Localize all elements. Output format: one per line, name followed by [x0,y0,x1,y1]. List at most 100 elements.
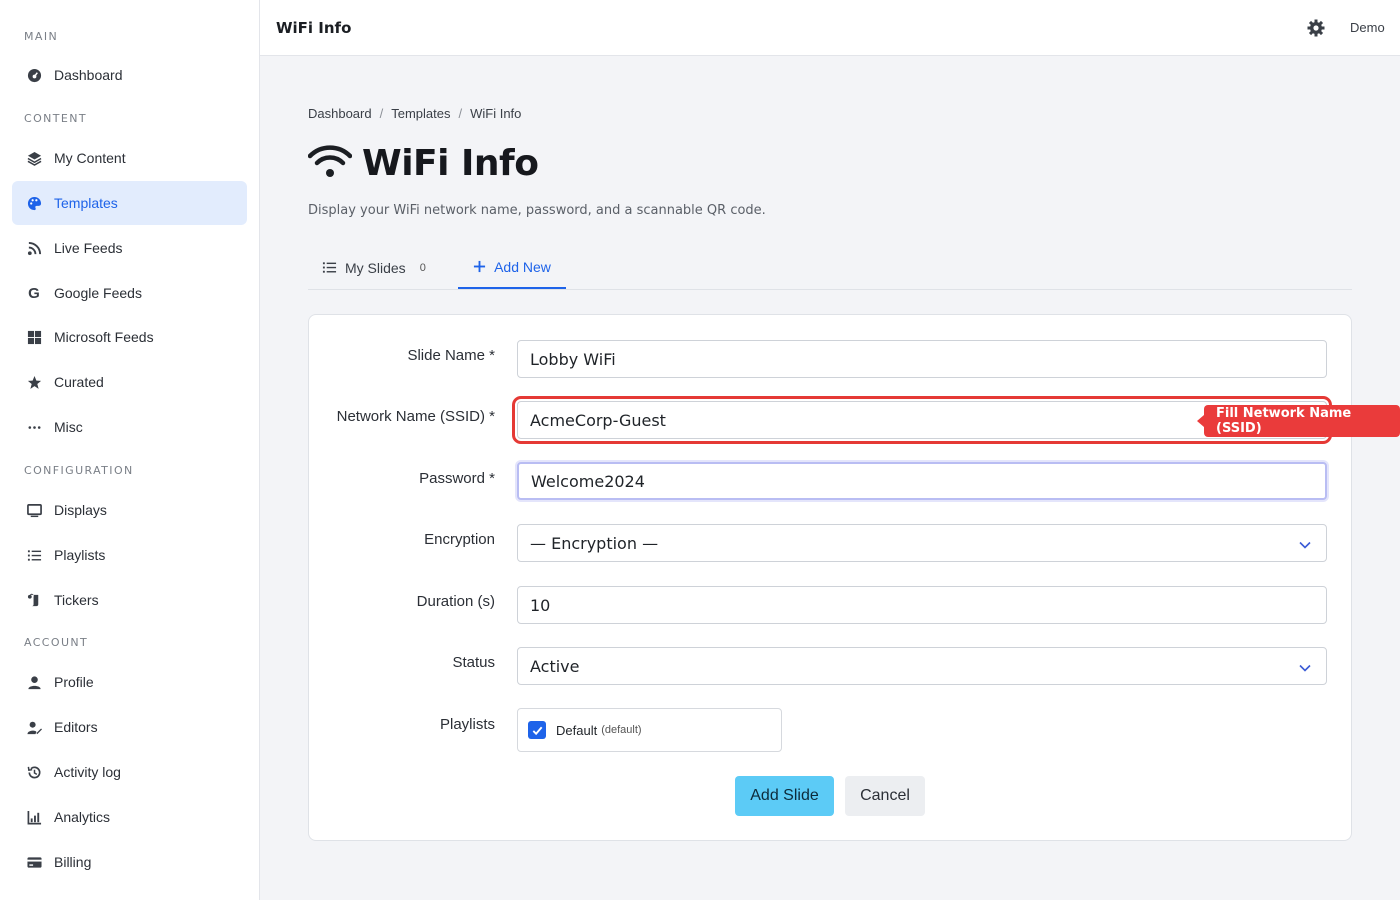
sidebar-item-label: Live Feeds [54,240,123,256]
slide-form: Slide Name * Lobby WiFi Network Name (SS… [308,314,1352,841]
list-icon [322,260,337,275]
google-icon: G [28,284,40,302]
validation-tooltip: Fill Network Name (SSID) [1197,405,1400,437]
playlist-default-tag: (default) [601,724,642,736]
dashboard-icon [26,67,42,83]
sidebar-item-label: Displays [54,502,107,518]
sidebar-item-curated[interactable]: Curated [12,360,247,404]
chart-icon [26,809,42,825]
encryption-select[interactable]: — Encryption — [517,524,1327,562]
monitor-icon [26,502,42,518]
duration-label: Duration (s) [416,593,495,610]
tab-label: Add New [494,258,551,275]
check-icon [532,726,542,735]
user-icon [26,674,42,690]
breadcrumb-templates[interactable]: Templates [391,106,450,121]
plus-icon [473,260,486,273]
sidebar-item-tickers[interactable]: Tickers [12,578,247,622]
microsoft-icon [26,329,42,345]
sidebar-item-label: Billing [54,854,92,870]
palette-icon [26,195,42,211]
breadcrumb-current: WiFi Info [470,106,522,121]
sidebar-item-microsoft-feeds[interactable]: Microsoft Feeds [12,315,247,359]
section-label-main: MAIN [24,30,59,43]
history-icon [26,764,42,780]
sidebar-item-billing[interactable]: Billing [12,840,247,884]
sidebar-item-label: Editors [54,719,98,735]
wifi-icon [307,142,362,185]
sidebar-item-templates[interactable]: Templates [12,181,247,225]
sidebar-item-label: Microsoft Feeds [54,329,154,345]
tabs: My Slides 0 Add New [308,246,1352,290]
sidebar-item-label: Misc [54,419,83,435]
list-icon [26,547,42,563]
password-label: Password * [419,470,495,487]
page-subtitle: Display your WiFi network name, password… [308,203,766,218]
playlist-name: Default [556,722,598,738]
encryption-selected: — Encryption — [530,533,659,553]
sidebar-item-label: Dashboard [54,67,123,83]
status-select[interactable]: Active [517,647,1327,685]
sidebar-item-playlists[interactable]: Playlists [12,533,247,577]
cancel-button[interactable]: Cancel [845,776,925,816]
tab-add-new[interactable]: Add New [458,246,566,289]
sidebar: MAIN Dashboard CONTENT My Content Templa… [0,0,260,900]
status-label: Status [452,654,495,671]
sidebar-item-label: Playlists [54,547,106,563]
sidebar-item-analytics[interactable]: Analytics [12,795,247,839]
sidebar-item-label: Tickers [54,592,99,608]
chevron-down-icon [1298,660,1312,674]
credit-card-icon [26,854,42,870]
ellipsis-icon [26,419,42,435]
ssid-label: Network Name (SSID) * [336,408,495,425]
breadcrumb-separator: / [379,106,384,121]
sidebar-item-google-feeds[interactable]: G Google Feeds [12,271,247,315]
sidebar-item-label: Google Feeds [54,285,142,301]
sidebar-item-live-feeds[interactable]: Live Feeds [12,226,247,270]
user-menu[interactable]: Demo [1350,20,1385,35]
sidebar-item-activity-log[interactable]: Activity log [12,750,247,794]
password-input[interactable]: Welcome2024 [517,462,1327,500]
sidebar-item-label: Templates [54,195,118,211]
tab-label: My Slides [345,259,406,276]
sidebar-item-label: Profile [54,674,94,690]
slides-count-badge: 0 [419,261,426,274]
sidebar-item-label: Activity log [54,764,121,780]
app-title: WiFi Info [276,19,352,37]
add-slide-button[interactable]: Add Slide [735,776,834,816]
sidebar-item-dashboard[interactable]: Dashboard [12,53,247,97]
sidebar-item-editors[interactable]: Editors [12,705,247,749]
gear-icon[interactable] [1306,18,1326,38]
playlist-default-checkbox[interactable] [528,721,546,739]
sidebar-item-label: Curated [54,374,104,390]
encryption-label: Encryption [424,531,495,548]
top-bar: WiFi Info Demo [260,0,1400,56]
section-label-account: ACCOUNT [24,636,89,649]
sidebar-item-label: Analytics [54,809,111,825]
chevron-down-icon [1298,537,1312,551]
page-title: WiFi Info [307,142,539,185]
sidebar-item-misc[interactable]: Misc [12,405,247,449]
breadcrumb: Dashboard / Templates / WiFi Info [308,106,521,121]
rss-icon [26,240,42,256]
sidebar-item-label: My Content [54,150,126,166]
section-label-content: CONTENT [24,112,87,125]
sidebar-item-displays[interactable]: Displays [12,488,247,532]
breadcrumb-separator: / [458,106,463,121]
section-label-configuration: CONFIGURATION [24,464,134,477]
user-edit-icon [26,719,42,735]
duration-input[interactable]: 10 [517,586,1327,624]
playlists-label: Playlists [439,716,495,733]
star-icon [26,374,42,390]
sidebar-item-profile[interactable]: Profile [12,660,247,704]
playlists-group: Default (default) [517,708,782,752]
sidebar-item-my-content[interactable]: My Content [12,136,247,180]
tab-my-slides[interactable]: My Slides 0 [322,246,426,289]
status-selected: Active [530,656,580,676]
slide-name-label: Slide Name * [407,347,495,364]
breadcrumb-dashboard[interactable]: Dashboard [308,106,372,121]
layers-icon [26,150,42,166]
scroll-icon [26,592,42,608]
slide-name-input[interactable]: Lobby WiFi [517,340,1327,378]
page-heading: WiFi Info [362,143,539,184]
